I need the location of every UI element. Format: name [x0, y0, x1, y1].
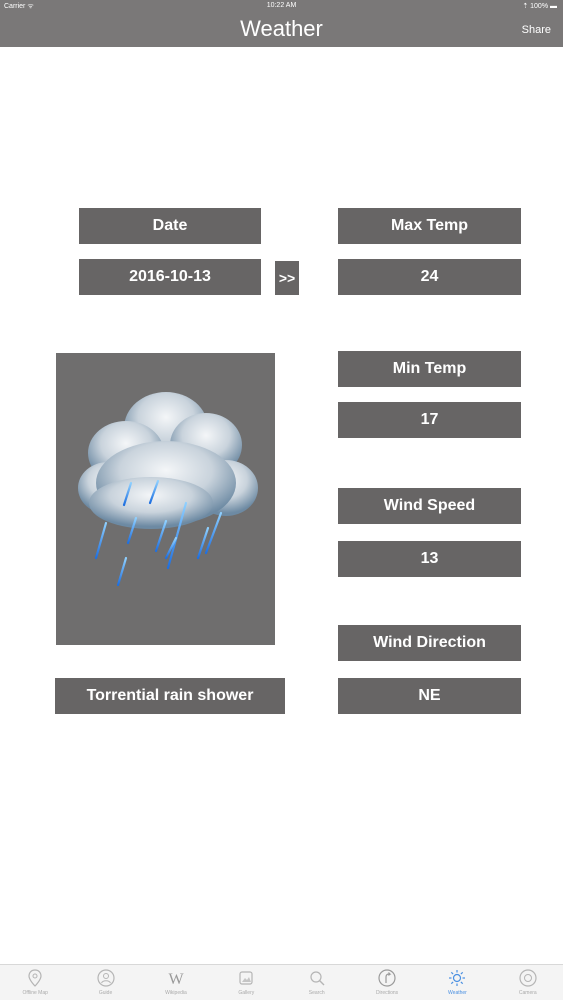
status-time: 10:22 AM [266, 2, 297, 9]
tab-wikipedia[interactable]: W Wikipedia [141, 965, 211, 1000]
tab-label: Weather [448, 990, 467, 996]
tab-guide[interactable]: Guide [70, 965, 140, 1000]
date-label: Date [79, 208, 261, 244]
search-icon [310, 971, 325, 986]
tab-offline-map[interactable]: Offline Map [0, 965, 70, 1000]
share-button[interactable]: Share [522, 24, 551, 36]
tab-camera[interactable]: Camera [493, 965, 563, 1000]
directions-icon [378, 969, 396, 987]
tab-gallery[interactable]: Gallery [211, 965, 281, 1000]
wind-direction-value: NE [338, 678, 521, 714]
svg-text:W: W [168, 971, 184, 988]
tab-weather[interactable]: Weather [422, 965, 492, 1000]
wikipedia-icon: W [168, 971, 184, 988]
camera-icon [519, 969, 537, 987]
tab-label: Offline Map [22, 990, 48, 996]
tab-search[interactable]: Search [282, 965, 352, 1000]
wind-direction-label: Wind Direction [338, 625, 521, 661]
tab-label: Gallery [238, 990, 255, 996]
tab-bar: Offline Map Guide W Wikipedia Gallery Se… [0, 964, 563, 1000]
tab-directions[interactable]: Directions [352, 965, 422, 1000]
wind-speed-value: 13 [338, 541, 521, 577]
tab-label: Search [308, 990, 325, 996]
wind-speed-label: Wind Speed [338, 488, 521, 524]
tab-label: Directions [375, 990, 399, 996]
page-title: Weather [240, 16, 323, 41]
battery-indicator: ⇡ 100% ▬ [522, 3, 557, 10]
weather-condition-label: Torrential rain shower [55, 678, 285, 714]
next-date-button[interactable]: >> [275, 261, 299, 295]
tab-label: Camera [518, 990, 537, 996]
guide-icon [96, 969, 115, 987]
rain-cloud-icon [56, 353, 275, 645]
date-value: 2016-10-13 [79, 259, 261, 295]
status-bar: Carrier ᯤ 10:22 AM ⇡ 100% ▬ [0, 0, 563, 12]
gallery-icon [239, 971, 253, 985]
max-temp-value: 24 [338, 259, 521, 295]
navigation-bar: Weather Share [0, 12, 563, 47]
min-temp-value: 17 [338, 402, 521, 438]
weather-sun-icon [449, 970, 466, 986]
tab-label: Wikipedia [165, 990, 187, 996]
tab-label: Guide [98, 990, 113, 996]
map-pin-icon [28, 969, 42, 987]
min-temp-label: Min Temp [338, 351, 521, 387]
max-temp-label: Max Temp [338, 208, 521, 244]
